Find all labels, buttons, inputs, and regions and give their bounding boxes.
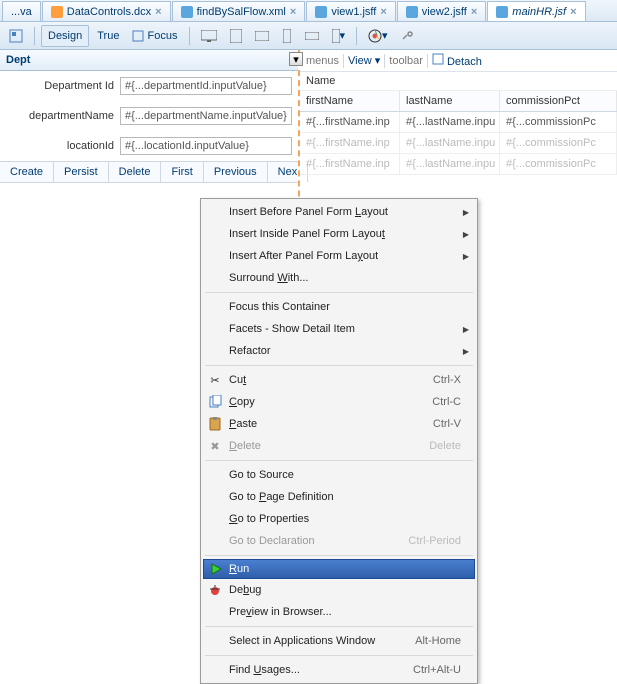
menu-select-app-window[interactable]: Select in Applications WindowAlt-Home <box>203 630 475 652</box>
col-header[interactable]: firstName <box>300 91 400 111</box>
close-icon[interactable]: × <box>471 6 477 18</box>
focus-button[interactable]: Focus <box>127 25 182 47</box>
device-desktop-icon[interactable] <box>196 25 222 47</box>
previous-button[interactable]: Previous <box>204 162 268 182</box>
file-icon <box>51 6 63 18</box>
close-icon[interactable]: × <box>290 6 296 18</box>
detach-button[interactable]: Detach <box>432 53 482 68</box>
file-tab-active[interactable]: mainHR.jsf× <box>487 1 585 21</box>
cell: #{...commissionPc <box>500 154 617 174</box>
browser-icon[interactable]: ▾ <box>363 25 393 47</box>
close-icon[interactable]: × <box>155 6 161 18</box>
menu-debug[interactable]: Debug <box>203 579 475 601</box>
menus-label: menus <box>306 55 339 67</box>
menu-insert-after[interactable]: Insert After Panel Form Layout <box>203 245 475 267</box>
menu-focus-container[interactable]: Focus this Container <box>203 296 475 318</box>
file-icon <box>406 6 418 18</box>
menu-delete: ✖DeleteDelete <box>203 435 475 457</box>
menu-facets[interactable]: Facets - Show Detail Item <box>203 318 475 340</box>
dropdown-trigger[interactable]: ▾ <box>289 52 303 66</box>
context-menu: Insert Before Panel Form Layout Insert I… <box>200 198 478 684</box>
create-button[interactable]: Create <box>0 162 54 182</box>
file-tab[interactable]: findBySalFlow.xml× <box>172 1 306 21</box>
field-label: departmentName <box>6 110 114 122</box>
col-header[interactable]: lastName <box>400 91 500 111</box>
delete-button[interactable]: Delete <box>109 162 162 182</box>
true-button[interactable]: True <box>92 25 124 47</box>
input-field[interactable]: #{...departmentId.inputValue} <box>120 77 292 95</box>
file-icon <box>315 6 327 18</box>
file-tab[interactable]: view2.jsff× <box>397 1 486 21</box>
file-tab[interactable]: ...va <box>2 1 41 21</box>
menu-refactor[interactable]: Refactor <box>203 340 475 362</box>
debug-icon <box>207 582 223 598</box>
file-tab[interactable]: view1.jsff× <box>306 1 395 21</box>
file-tab[interactable]: DataControls.dcx× <box>42 1 171 21</box>
cell[interactable]: #{...firstName.inp <box>300 112 400 132</box>
menu-preview[interactable]: Preview in Browser... <box>203 601 475 623</box>
device-more-icon[interactable]: ▾ <box>327 25 351 47</box>
menu-find-usages[interactable]: Find Usages...Ctrl+Alt-U <box>203 659 475 681</box>
menu-go-source[interactable]: Go to Source <box>203 464 475 486</box>
menu-go-properties[interactable]: Go to Properties <box>203 508 475 530</box>
toolbar-label: toolbar <box>389 55 423 67</box>
menu-cut[interactable]: ✂CutCtrl-X <box>203 369 475 391</box>
copy-icon <box>207 394 223 410</box>
menu-go-declaration: Go to DeclarationCtrl-Period <box>203 530 475 552</box>
first-button[interactable]: First <box>161 162 203 182</box>
show-icon[interactable] <box>4 25 28 47</box>
name-header: Name <box>300 72 617 91</box>
persist-button[interactable]: Persist <box>54 162 109 182</box>
paste-icon <box>207 416 223 432</box>
cell: #{...firstName.inp <box>300 133 400 153</box>
design-mode-button[interactable]: Design <box>41 25 89 47</box>
close-icon[interactable]: × <box>570 6 576 18</box>
cell: #{...commissionPc <box>500 133 617 153</box>
input-field[interactable]: #{...departmentName.inputValue} <box>120 107 292 125</box>
cell[interactable]: #{...lastName.inpu <box>400 112 500 132</box>
cut-icon: ✂ <box>207 372 223 388</box>
menu-surround-with[interactable]: Surround With... <box>203 267 475 289</box>
file-icon <box>181 6 193 18</box>
designer-toolbar: Design True Focus ▾ ▾ <box>0 22 617 50</box>
device-tablet-land-icon[interactable] <box>250 25 274 47</box>
cell: #{...lastName.inpu <box>400 133 500 153</box>
input-field[interactable]: #{...locationId.inputValue} <box>120 137 292 155</box>
cell: #{...firstName.inp <box>300 154 400 174</box>
field-label: locationId <box>6 140 114 152</box>
file-icon <box>496 6 508 18</box>
close-icon[interactable]: × <box>380 6 386 18</box>
action-buttons: Create Persist Delete First Previous Nex <box>0 161 298 183</box>
menu-insert-inside[interactable]: Insert Inside Panel Form Layout <box>203 223 475 245</box>
field-label: Department Id <box>6 80 114 92</box>
menu-copy[interactable]: CopyCtrl-C <box>203 391 475 413</box>
run-icon <box>208 561 224 577</box>
editor-tabs: ...va DataControls.dcx× findBySalFlow.xm… <box>0 0 617 22</box>
panel-title: Dept <box>6 54 30 66</box>
menu-run[interactable]: Run <box>203 559 475 579</box>
device-tablet-icon[interactable] <box>225 25 247 47</box>
cell[interactable]: #{...commissionPc <box>500 112 617 132</box>
menu-insert-before[interactable]: Insert Before Panel Form Layout <box>203 201 475 223</box>
delete-icon: ✖ <box>207 438 223 454</box>
menu-paste[interactable]: PasteCtrl-V <box>203 413 475 435</box>
view-dropdown[interactable]: View ▾ <box>348 54 380 67</box>
menu-go-page-def[interactable]: Go to Page Definition <box>203 486 475 508</box>
cell: #{...lastName.inpu <box>400 154 500 174</box>
settings-icon[interactable] <box>396 25 420 47</box>
col-header[interactable]: commissionPct <box>500 91 617 111</box>
device-phone-icon[interactable] <box>277 25 297 47</box>
device-phone-land-icon[interactable] <box>300 25 324 47</box>
